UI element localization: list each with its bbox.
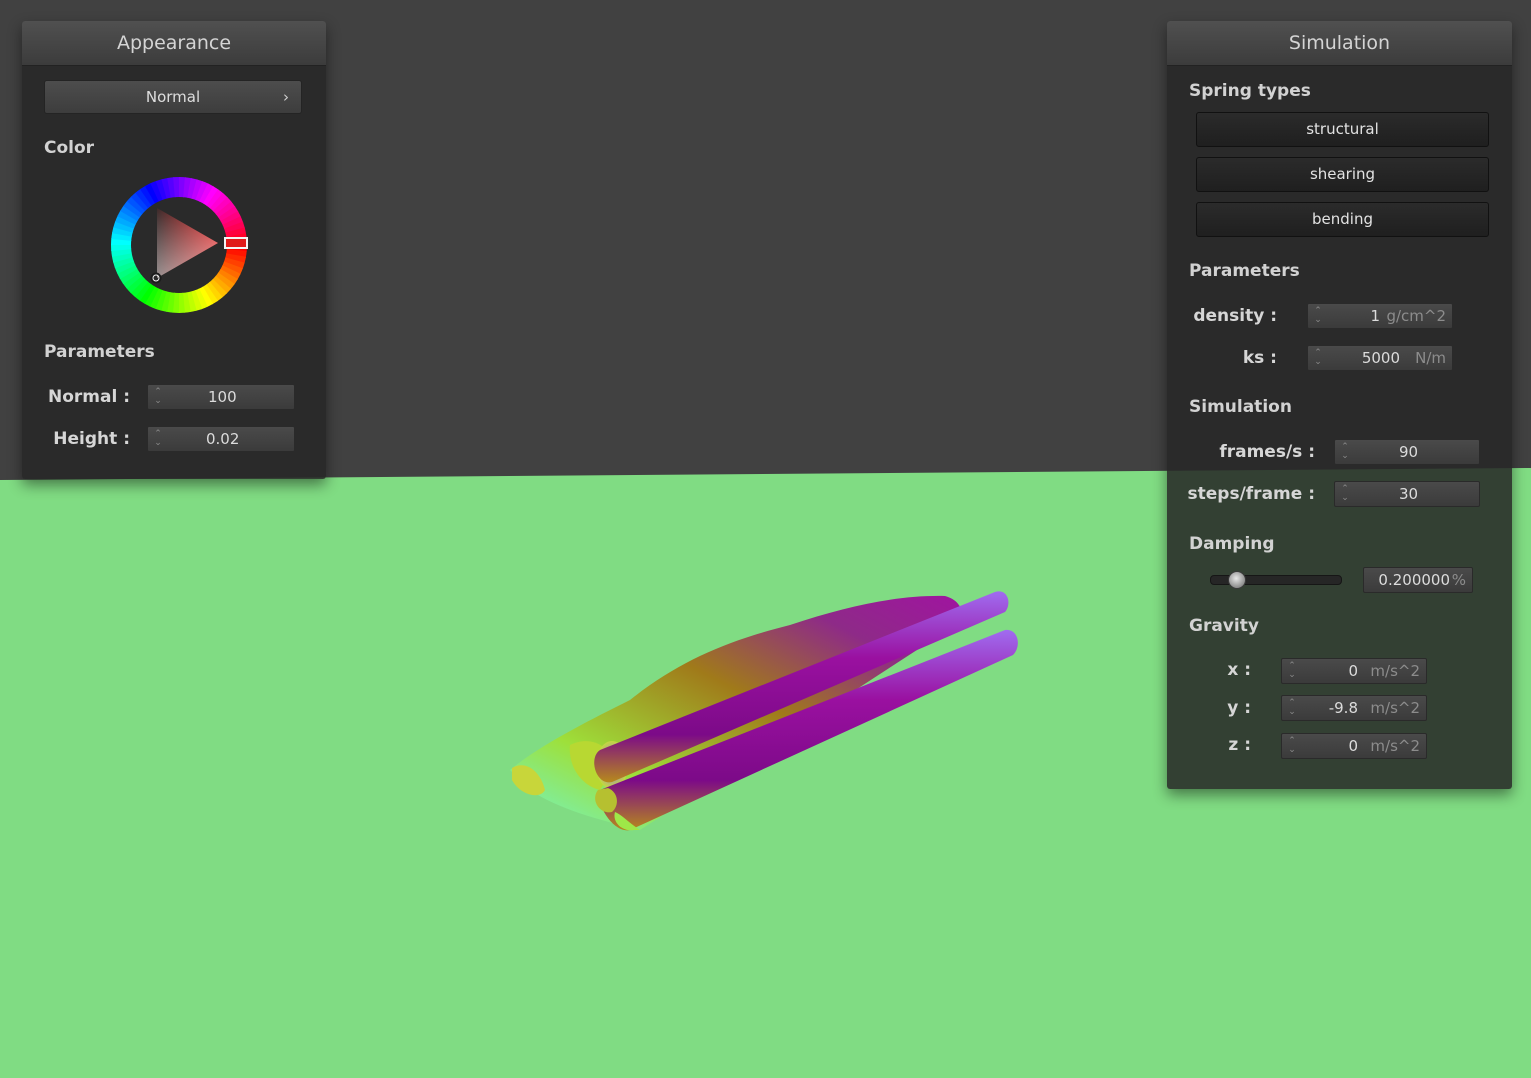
appearance-mode-popup-button[interactable]: Normal ›	[44, 80, 302, 114]
density-field-input[interactable]: ⌃ ⌄ 1 g/cm^2	[1307, 303, 1453, 329]
gravity-y-label: y :	[1227, 698, 1251, 718]
structural-toggle-button[interactable]: structural	[1196, 112, 1489, 147]
simulation-panel-title: Simulation	[1167, 21, 1512, 66]
color-section-label: Color	[44, 138, 95, 158]
simulation-parameters-label: Parameters	[1189, 261, 1300, 281]
spinner-arrows-icon[interactable]: ⌃ ⌄	[154, 430, 162, 448]
gravity-z-label: z :	[1228, 735, 1251, 755]
simulation-section-label: Simulation	[1189, 397, 1292, 417]
spinner-arrows-icon[interactable]: ⌃ ⌄	[1341, 443, 1349, 461]
density-field-label: density :	[1193, 306, 1277, 326]
damping-value-box[interactable]: 0.200000 %	[1363, 567, 1473, 593]
normal-field-label: Normal :	[47, 387, 130, 407]
spinner-arrows-icon[interactable]: ⌃ ⌄	[1288, 662, 1296, 680]
appearance-parameters-label: Parameters	[44, 342, 155, 362]
gravity-z-input[interactable]: ⌃ ⌄ 0 m/s^2	[1281, 733, 1427, 759]
damping-slider-knob[interactable]	[1228, 571, 1246, 589]
gravity-y-input[interactable]: ⌃ ⌄ -9.8 m/s^2	[1281, 695, 1427, 721]
appearance-panel: Appearance Normal › Color Parameters Nor…	[22, 21, 326, 479]
damping-label: Damping	[1189, 534, 1275, 554]
bending-toggle-button[interactable]: bending	[1196, 202, 1489, 237]
height-field-input[interactable]: ⌃ ⌄ 0.02	[147, 426, 295, 452]
steps-per-frame-label: steps/frame :	[1187, 484, 1315, 504]
steps-per-frame-input[interactable]: ⌃ ⌄ 30	[1334, 481, 1480, 507]
spinner-arrows-icon[interactable]: ⌃ ⌄	[1288, 699, 1296, 717]
spring-types-label: Spring types	[1189, 81, 1311, 101]
spinner-arrows-icon[interactable]: ⌃ ⌄	[1341, 485, 1349, 503]
gravity-x-input[interactable]: ⌃ ⌄ 0 m/s^2	[1281, 658, 1427, 684]
appearance-panel-title: Appearance	[22, 21, 326, 66]
normal-field-input[interactable]: ⌃ ⌄ 100	[147, 384, 295, 410]
simulation-panel: Simulation Spring types structural shear…	[1167, 21, 1512, 789]
ks-field-label: ks :	[1242, 348, 1277, 368]
spinner-arrows-icon[interactable]: ⌃ ⌄	[1314, 307, 1322, 325]
spinner-arrows-icon[interactable]: ⌃ ⌄	[154, 388, 162, 406]
chevron-right-icon: ›	[283, 88, 289, 106]
spinner-arrows-icon[interactable]: ⌃ ⌄	[1314, 349, 1322, 367]
gravity-label: Gravity	[1189, 616, 1259, 636]
color-wheel[interactable]	[108, 174, 250, 316]
appearance-mode-label: Normal	[145, 88, 201, 106]
height-field-label: Height :	[53, 429, 130, 449]
shearing-toggle-button[interactable]: shearing	[1196, 157, 1489, 192]
ks-field-input[interactable]: ⌃ ⌄ 5000 N/m	[1307, 345, 1453, 371]
frames-per-second-label: frames/s :	[1219, 442, 1315, 462]
frames-per-second-input[interactable]: ⌃ ⌄ 90	[1334, 439, 1480, 465]
spinner-arrows-icon[interactable]: ⌃ ⌄	[1288, 737, 1296, 755]
hue-marker[interactable]	[224, 237, 248, 249]
gravity-x-label: x :	[1227, 660, 1251, 680]
